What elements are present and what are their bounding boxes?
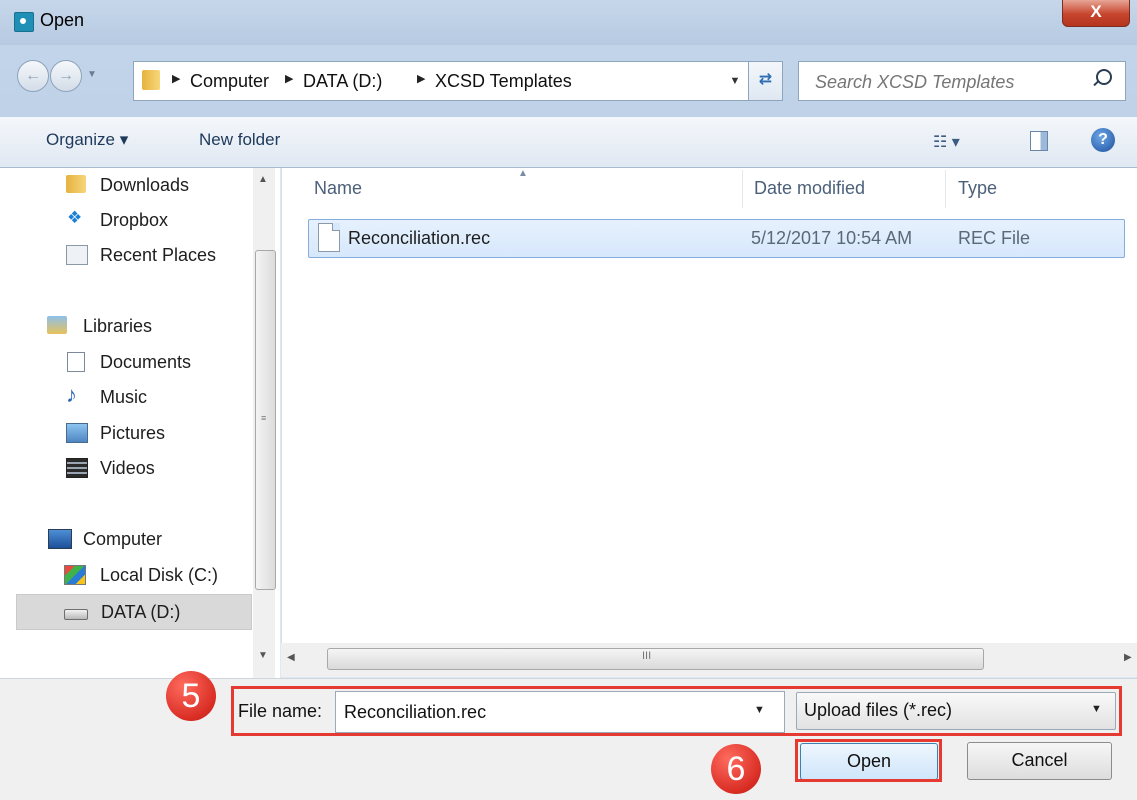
crumb-separator-icon[interactable]: ▶: [172, 72, 180, 85]
close-button[interactable]: X: [1062, 0, 1130, 27]
breadcrumb-computer[interactable]: Computer: [190, 71, 269, 92]
sidebar-item-label: Pictures: [100, 423, 166, 443]
dropbox-icon: ❖: [67, 208, 83, 227]
column-divider[interactable]: [945, 170, 946, 208]
new-folder-button[interactable]: New folder: [199, 130, 280, 150]
column-header-name[interactable]: Name: [314, 178, 362, 199]
address-bar[interactable]: ▶ Computer ▶ DATA (D:) ▶ XCSD Templates: [133, 61, 735, 101]
file-date-cell: 5/12/2017 10:54 AM: [751, 228, 913, 248]
app-icon: [14, 12, 34, 32]
computer-icon: [48, 529, 72, 549]
scroll-left-arrow-icon[interactable]: ◀: [287, 652, 295, 663]
preview-pane-icon[interactable]: [1030, 131, 1048, 151]
sidebar-item-libraries[interactable]: Libraries: [0, 309, 248, 343]
libraries-icon: [47, 316, 67, 334]
sidebar-item-label: Downloads: [100, 175, 190, 195]
window-title: Open: [40, 10, 85, 30]
scroll-right-arrow-icon[interactable]: ▶: [1124, 652, 1132, 663]
cancel-button[interactable]: Cancel: [967, 742, 1112, 780]
organize-button[interactable]: Organize ▾: [46, 130, 128, 150]
column-header-type[interactable]: Type: [958, 178, 997, 199]
column-divider[interactable]: [742, 170, 743, 208]
recent-locations-dropdown[interactable]: ▼: [84, 63, 100, 87]
sidebar-item-recent-places[interactable]: Recent Places: [0, 238, 248, 272]
sidebar-item-downloads[interactable]: Downloads: [0, 168, 248, 202]
documents-icon: [67, 352, 85, 372]
address-dropdown-button[interactable]: ▼: [722, 61, 749, 101]
crumb-separator-icon[interactable]: ▶: [417, 72, 425, 85]
sidebar-item-label: Recent Places: [100, 245, 217, 265]
scroll-grip-icon: ≡: [261, 413, 267, 423]
search-input[interactable]: [813, 71, 1087, 94]
breadcrumb-data-drive[interactable]: DATA (D:): [303, 71, 382, 92]
sidebar-item-label: Computer: [83, 529, 163, 549]
sidebar-item-label: Documents: [100, 352, 192, 372]
folder-icon: [142, 70, 160, 90]
highlight-box-step-6: [795, 739, 942, 782]
videos-icon: [66, 458, 88, 478]
sidebar-item-documents[interactable]: Documents: [0, 345, 248, 379]
highlight-box-step-5: [231, 686, 1122, 736]
pictures-icon: [66, 423, 88, 443]
file-name-cell[interactable]: Reconciliation.rec: [348, 228, 490, 249]
sidebar-item-label: Music: [100, 387, 148, 407]
sidebar-item-dropbox[interactable]: ❖ Dropbox: [0, 203, 248, 237]
search-box[interactable]: [798, 61, 1126, 101]
music-icon: ♪: [66, 382, 77, 407]
sidebar-item-label: Libraries: [83, 316, 153, 336]
column-header-date[interactable]: Date modified: [754, 178, 865, 199]
sidebar-item-label: Dropbox: [100, 210, 169, 230]
toolbar: Organize ▾ New folder ☷ ▾ ?: [0, 117, 1137, 168]
refresh-button[interactable]: ⇄: [748, 61, 783, 101]
forward-button[interactable]: →: [50, 60, 82, 92]
sidebar-item-local-disk[interactable]: Local Disk (C:): [0, 558, 248, 592]
sort-ascending-icon: ▲: [518, 168, 528, 179]
downloads-folder-icon: [66, 175, 86, 193]
scroll-grip-icon: III: [642, 650, 652, 662]
sidebar-item-label: DATA (D:): [101, 602, 181, 622]
scroll-up-arrow-icon[interactable]: ▲: [258, 174, 268, 185]
search-icon[interactable]: [1096, 69, 1112, 85]
back-button[interactable]: ←: [17, 60, 49, 92]
sidebar-item-label: Videos: [100, 458, 155, 478]
sidebar-item-computer[interactable]: Computer: [0, 522, 248, 556]
file-icon: [318, 223, 340, 252]
file-type-cell: REC File: [958, 228, 1031, 248]
recent-places-icon: [66, 245, 88, 265]
local-disk-icon: [64, 565, 86, 585]
horizontal-scroll-thumb[interactable]: [327, 648, 984, 670]
sidebar-item-label: Local Disk (C:): [100, 565, 219, 585]
crumb-separator-icon[interactable]: ▶: [285, 72, 293, 85]
scroll-down-arrow-icon[interactable]: ▼: [258, 650, 268, 661]
change-view-button[interactable]: ☷ ▾: [933, 132, 960, 152]
step-5-badge: 5: [166, 671, 216, 721]
help-icon[interactable]: ?: [1091, 128, 1115, 152]
sidebar-item-pictures[interactable]: Pictures: [0, 416, 248, 450]
title-bar: [0, 0, 1137, 45]
sidebar-item-videos[interactable]: Videos: [0, 451, 248, 485]
step-6-badge: 6: [711, 744, 761, 794]
sidebar-item-data-drive[interactable]: DATA (D:): [16, 594, 252, 630]
breadcrumb-xcsd-templates[interactable]: XCSD Templates: [435, 71, 572, 92]
sidebar-item-music[interactable]: ♪ Music: [0, 380, 248, 414]
drive-icon: [64, 609, 88, 620]
